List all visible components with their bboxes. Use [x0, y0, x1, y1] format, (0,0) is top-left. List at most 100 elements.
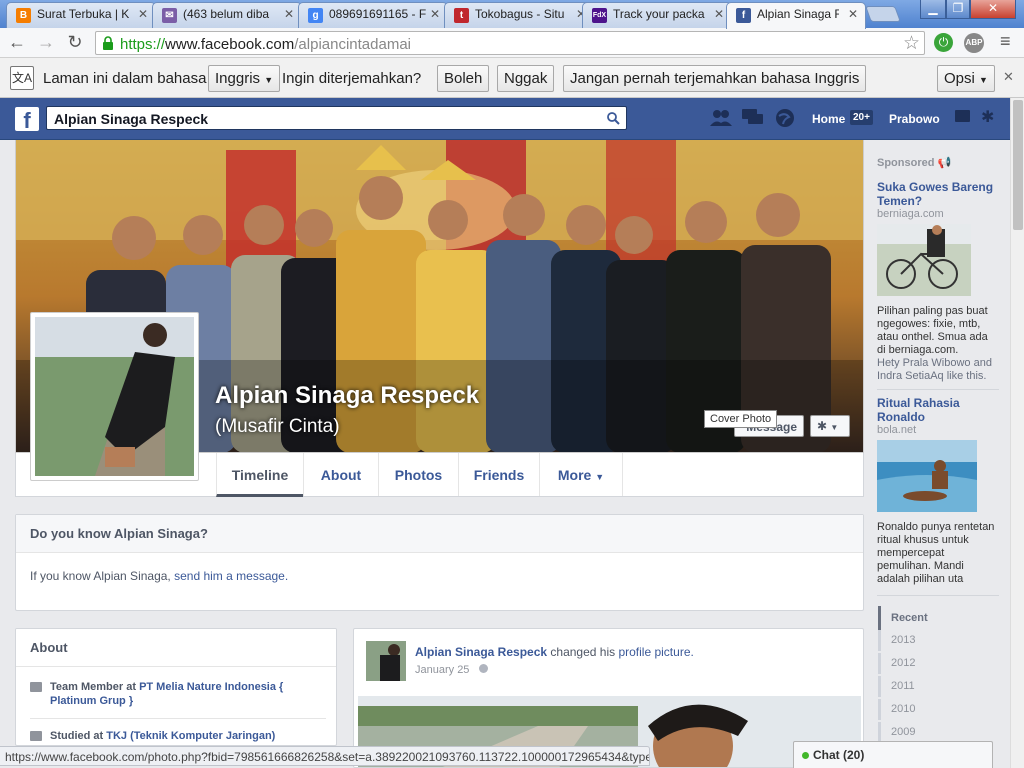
- briefcase-icon: [30, 682, 42, 692]
- maximize-button[interactable]: ❐: [946, 0, 970, 19]
- fedex-icon: FdX: [592, 8, 607, 23]
- window-close-button[interactable]: ✕: [970, 0, 1016, 19]
- close-icon[interactable]: ✕: [138, 7, 148, 21]
- cover-photo-tooltip: Cover Photo: [704, 410, 778, 428]
- browser-tab-1[interactable]: B Surat Terbuka | K ✕: [6, 2, 156, 28]
- friend-requests-icon[interactable]: [710, 109, 732, 127]
- close-icon[interactable]: ✕: [714, 7, 724, 21]
- translate-yes-button[interactable]: Boleh: [437, 65, 490, 92]
- address-bar[interactable]: https://www.facebook.com/alpiancintadama…: [95, 31, 925, 55]
- minimize-button[interactable]: ▁: [920, 0, 946, 19]
- blogger-icon: B: [16, 8, 31, 23]
- search-icon[interactable]: [607, 112, 620, 125]
- forward-button[interactable]: →: [35, 31, 57, 53]
- post-avatar[interactable]: [366, 641, 406, 681]
- tab-about[interactable]: About: [303, 453, 378, 496]
- search-input[interactable]: Alpian Sinaga Respeck: [46, 106, 627, 130]
- messages-icon[interactable]: [742, 109, 764, 127]
- year-item-2009[interactable]: 2009: [878, 722, 998, 743]
- browser-toolbar: ← → ↻ https://www.facebook.com/alpiancin…: [0, 28, 1024, 58]
- year-item-2011[interactable]: 2011: [878, 676, 998, 697]
- ad-2[interactable]: Ritual Rahasia Ronaldo bola.net Ronaldo …: [877, 389, 999, 586]
- url-path: /alpiancintadamai: [294, 36, 412, 53]
- new-tab-button[interactable]: [865, 6, 901, 22]
- about-card-title[interactable]: About: [16, 629, 336, 667]
- profile-picture-link[interactable]: profile picture.: [618, 645, 693, 659]
- post-date[interactable]: January 25: [415, 664, 469, 676]
- ad-1[interactable]: Suka Gowes Bareng Temen? berniaga.com Pi…: [877, 180, 999, 383]
- year-item-recent[interactable]: Recent: [878, 606, 998, 630]
- options-button[interactable]: Opsi ▼: [937, 65, 995, 92]
- ad-image[interactable]: [877, 440, 977, 512]
- reload-button[interactable]: ↻: [64, 31, 86, 53]
- know-card-body: If you know Alpian Sinaga, send him a me…: [16, 553, 863, 599]
- close-icon[interactable]: ✕: [848, 7, 858, 21]
- send-message-link[interactable]: send him a message.: [174, 569, 288, 583]
- tab-more[interactable]: More ▼: [539, 453, 623, 496]
- globe-icon: [478, 664, 488, 673]
- extension-icon[interactable]: ⏻: [934, 33, 953, 52]
- tab-label: Track your packa: [613, 7, 705, 21]
- chat-button[interactable]: Chat (20): [793, 741, 993, 768]
- chevron-down-icon: ▼: [830, 423, 839, 432]
- ad-text: Ronaldo punya rentetan ritual khusus unt…: [877, 521, 995, 585]
- tab-friends[interactable]: Friends: [458, 453, 539, 496]
- scrollbar-thumb[interactable]: [1013, 100, 1023, 230]
- browser-tab-3[interactable]: g 089691691165 - F ✕: [298, 2, 448, 28]
- facebook-icon: f: [736, 8, 751, 23]
- adblock-icon[interactable]: ABP: [964, 33, 984, 53]
- chevron-down-icon: ▼: [264, 75, 274, 85]
- never-translate-button[interactable]: Jangan pernah terjemahkan bahasa Inggris: [563, 65, 867, 92]
- post-header: Alpian Sinaga Respeck changed his profil…: [415, 645, 694, 659]
- profile-picture[interactable]: [30, 312, 199, 481]
- tab-photos[interactable]: Photos: [378, 453, 458, 496]
- gear-icon[interactable]: ✱: [981, 107, 994, 127]
- browser-tab-2[interactable]: ✉ (463 belum diba ✕: [152, 2, 302, 28]
- ad-text: Pilihan paling pas buat ngegowes: fixie,…: [877, 305, 988, 356]
- tokobagus-icon: t: [454, 8, 469, 23]
- know-card-title: Do you know Alpian Sinaga?: [16, 515, 863, 553]
- back-button[interactable]: ←: [6, 31, 28, 53]
- facebook-logo[interactable]: f: [15, 107, 39, 133]
- year-item-2013[interactable]: 2013: [878, 630, 998, 651]
- home-link[interactable]: Home: [812, 112, 845, 126]
- menu-icon[interactable]: ≡: [1000, 31, 1011, 52]
- chat-status-icon: [802, 752, 809, 759]
- status-bar-url: https://www.facebook.com/photo.php?fbid=…: [0, 746, 650, 766]
- about-item-link[interactable]: TKJ (Teknik Komputer Jaringan): [106, 730, 275, 742]
- browser-tab-4[interactable]: t Tokobagus - Situ ✕: [444, 2, 594, 28]
- gear-icon: ✱: [817, 419, 828, 433]
- tab-timeline[interactable]: Timeline: [216, 453, 303, 497]
- tab-label: (463 belum diba: [183, 7, 270, 21]
- star-icon[interactable]: ☆: [903, 32, 920, 55]
- sponsored-header: Sponsored 📢: [877, 156, 951, 169]
- ad-title[interactable]: Suka Gowes Bareng Temen?: [877, 180, 999, 208]
- school-icon: [30, 731, 42, 741]
- profile-name[interactable]: Alpian Sinaga Respeck: [215, 382, 479, 410]
- google-icon: g: [308, 8, 323, 23]
- browser-tab-5[interactable]: FdX Track your packa ✕: [582, 2, 732, 28]
- user-link[interactable]: Prabowo: [889, 112, 940, 126]
- privacy-shortcuts-icon[interactable]: [955, 110, 970, 122]
- tab-label: 089691691165 - F: [329, 7, 427, 21]
- close-icon[interactable]: ✕: [1003, 69, 1014, 85]
- translate-no-button[interactable]: Nggak: [497, 65, 555, 92]
- mail-icon: ✉: [162, 8, 177, 23]
- profile-nickname: (Musafir Cinta): [215, 416, 340, 437]
- cover-options-button[interactable]: ✱ ▼: [810, 415, 850, 437]
- year-item-2012[interactable]: 2012: [878, 653, 998, 674]
- language-select[interactable]: Inggris ▼: [208, 65, 281, 92]
- chevron-down-icon: ▼: [979, 75, 988, 85]
- page-scrollbar[interactable]: [1010, 98, 1024, 768]
- browser-tab-6[interactable]: f Alpian Sinaga Re ✕: [726, 2, 866, 29]
- post-author-link[interactable]: Alpian Sinaga Respeck: [415, 645, 547, 659]
- year-item-2010[interactable]: 2010: [878, 699, 998, 720]
- notifications-icon[interactable]: [775, 108, 795, 128]
- close-icon[interactable]: ✕: [430, 7, 440, 21]
- ad-image[interactable]: [877, 224, 971, 296]
- sponsored-label: Sponsored: [877, 157, 935, 169]
- ad-title[interactable]: Ritual Rahasia Ronaldo: [877, 396, 999, 424]
- close-icon[interactable]: ✕: [284, 7, 294, 21]
- profile-image: [35, 317, 194, 476]
- url-scheme: https://: [120, 36, 166, 53]
